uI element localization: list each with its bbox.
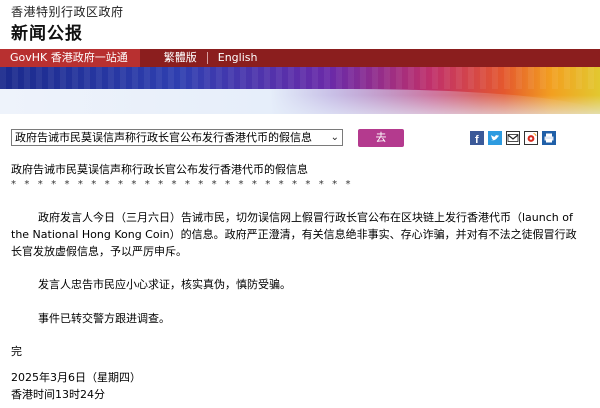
facebook-icon[interactable]: f [470,131,484,145]
paragraph-3: 事件已转交警方跟进调查。 [38,312,170,325]
share-icons: f [470,131,556,145]
release-date: 2025年3月6日（星期四） [11,371,141,384]
headline-divider: * * * * * * * * * * * * * * * * * * * * … [11,179,354,190]
select-value: 政府告诫市民莫误信声称行政长官公布发行香港代币的假信息 [15,131,312,144]
svg-text:f: f [475,134,479,145]
toolbar: 政府告诫市民莫误信声称行政长官公布发行香港代币的假信息 ⌄ 去 f [0,122,600,148]
paragraph-1-line-2: the National Hong Kong Coin）的信息。政府严正澄清，有… [11,228,577,241]
end-marker: 完 [11,345,22,358]
page-header: 香港特别行政区政府 新闻公报 [0,0,600,46]
print-icon[interactable] [542,131,556,145]
email-icon[interactable] [506,131,520,145]
paragraph-1-line-1: 政府发言人今日（三月六日）告诫市民，切勿误信网上假冒行政长官公布在区块链上发行香… [38,211,573,224]
nav-traditional-link[interactable]: 繁體版 [154,49,207,67]
twitter-icon[interactable] [488,131,502,145]
banner-stripe [0,67,600,89]
paragraph-2: 发言人忠告市民应小心求证，核实真伪，慎防受骗。 [38,278,291,291]
article-headline: 政府告诫市民莫误信声称行政长官公布发行香港代币的假信息 [11,163,308,176]
nav-govhk-link[interactable]: GovHK 香港政府一站通 [0,49,140,67]
top-nav: GovHK 香港政府一站通 繁體版 English [0,49,600,67]
article-content: 政府告诫市民莫误信声称行政长官公布发行香港代币的假信息 * * * * * * … [11,163,591,191]
press-release-select[interactable]: 政府告诫市民莫误信声称行政长官公布发行香港代币的假信息 ⌄ [11,129,343,146]
government-name: 香港特别行政区政府 [11,5,124,19]
go-button[interactable]: 去 [358,129,404,147]
weibo-icon[interactable] [524,131,538,145]
banner-sweep [0,89,600,114]
paragraph-1-line-3: 长官发放虚假信息，予以严厉申斥。 [11,245,187,258]
release-time: 香港时间13时24分 [11,388,105,401]
nav-english-link[interactable]: English [208,49,268,67]
site-title: 新闻公报 [11,24,83,44]
chevron-down-icon: ⌄ [330,132,339,143]
header-banner [0,67,600,114]
